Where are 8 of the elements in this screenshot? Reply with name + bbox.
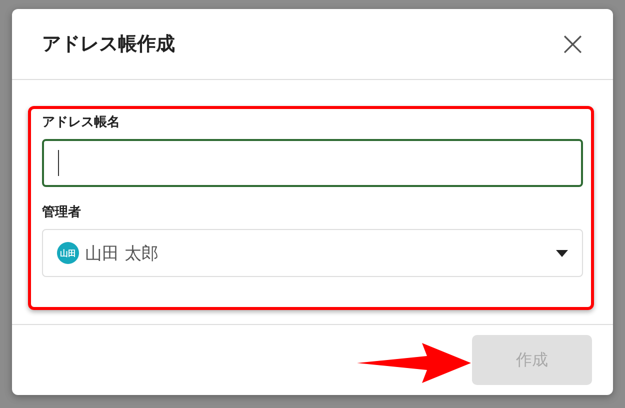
input-field[interactable]	[42, 139, 583, 187]
avatar: 山田	[57, 242, 79, 264]
select-field[interactable]: 山田 山田 太郎	[42, 229, 583, 277]
field-label: アドレス帳名	[42, 114, 121, 131]
close-button[interactable]: ×	[554, 27, 591, 61]
dialog-title: アドレス帳作成	[42, 32, 175, 57]
dropdown-caret-icon	[556, 250, 568, 256]
field-label: 管理者	[42, 204, 82, 221]
